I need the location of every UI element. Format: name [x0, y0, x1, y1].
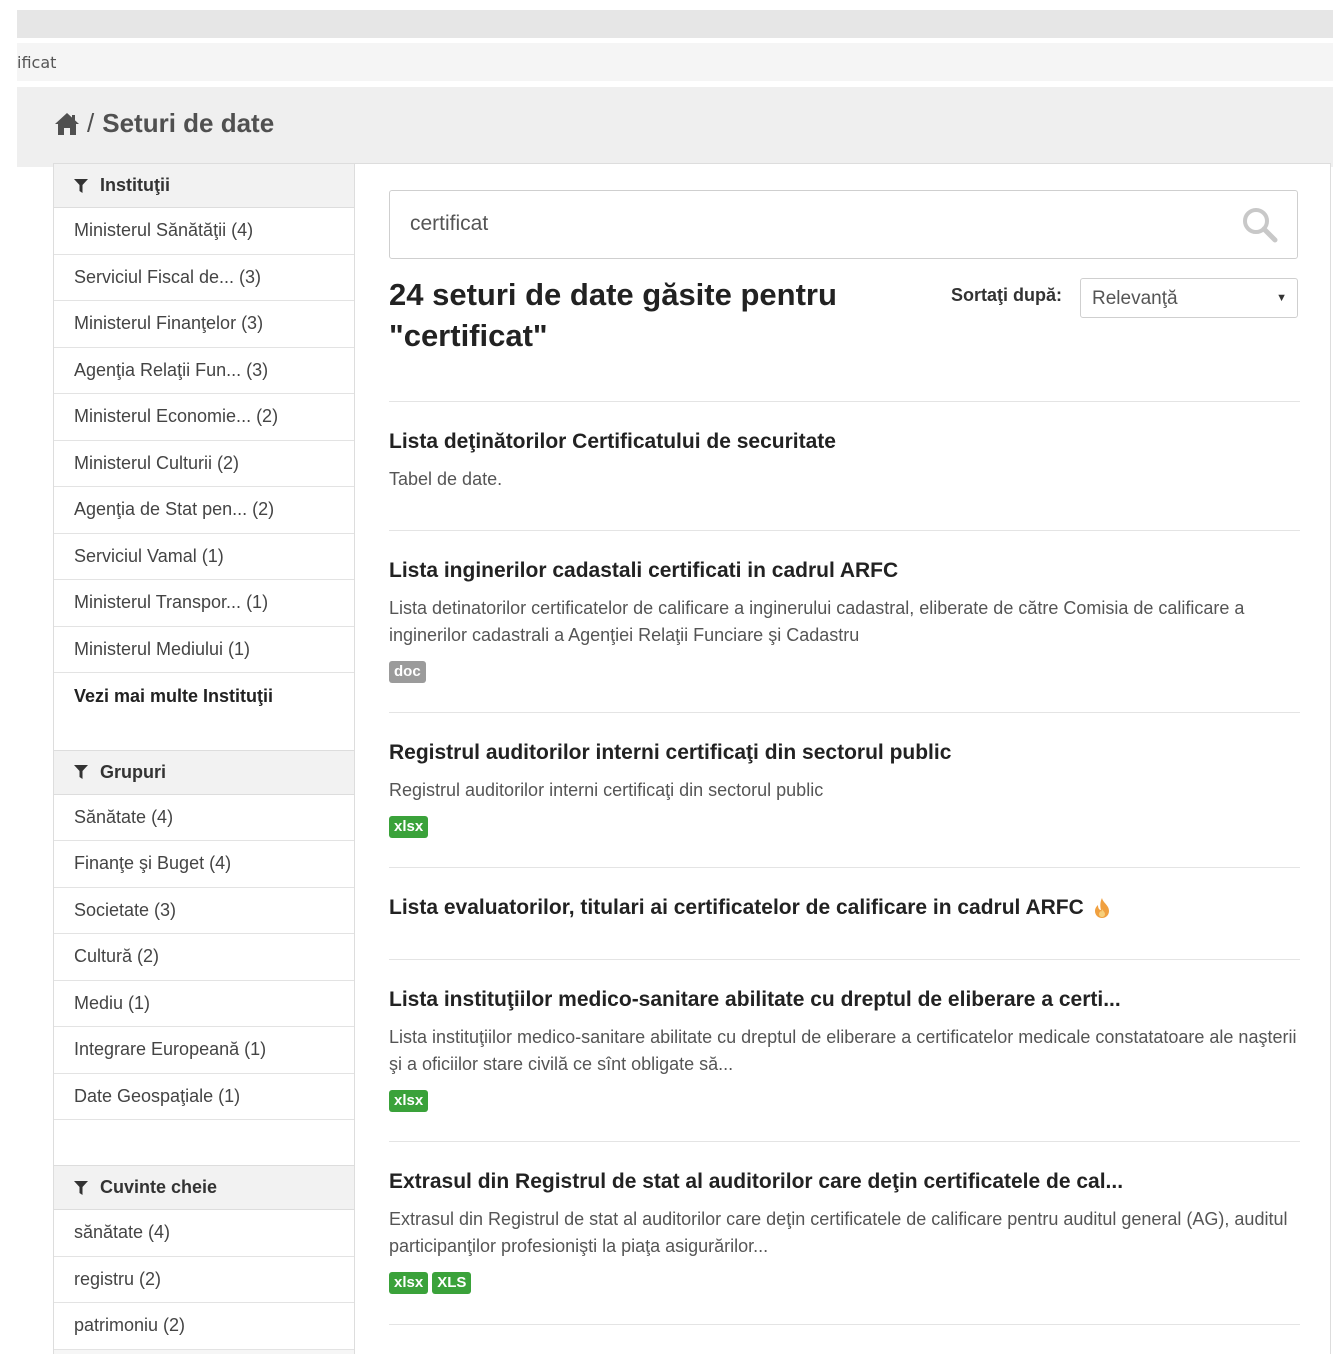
format-badge[interactable]: xlsx: [389, 816, 429, 838]
facet-item-institution[interactable]: Ministerul Sănătăţii (4): [54, 208, 354, 255]
facet-item-group[interactable]: Finanţe şi Buget (4): [54, 841, 354, 888]
result-title-link[interactable]: Lista inginerilor cadastali certificati …: [389, 558, 1300, 584]
facet-item-group[interactable]: Sănătate (4): [54, 794, 354, 841]
sort-label: Sortaţi după:: [951, 285, 1062, 305]
chevron-down-icon: ▼: [1276, 292, 1287, 304]
format-badge[interactable]: xlsx: [389, 1090, 429, 1112]
home-icon[interactable]: [53, 110, 81, 138]
facet-item-institution[interactable]: Ministerul Finanţelor (3): [54, 301, 354, 348]
content-panel: Instituţii Ministerul Sănătăţii (4) Serv…: [53, 163, 1331, 1354]
facet-item-institution[interactable]: Ministerul Transpor... (1): [54, 580, 354, 627]
results-panel: 24 seturi de date găsite pentru "certifi…: [355, 164, 1330, 1354]
format-badge[interactable]: doc: [389, 661, 426, 683]
result-title-link[interactable]: Extrasul din Registrul de stat al audito…: [389, 1169, 1300, 1195]
facet-item-institution[interactable]: Ministerul Culturii (2): [54, 440, 354, 487]
result-item: Extrasul din Registrul de stat al audito…: [389, 1141, 1300, 1324]
result-description: Registrul auditorilor interni certificaţ…: [389, 780, 824, 800]
breadcrumb-separator: /: [87, 108, 95, 138]
format-badge[interactable]: xlsx: [389, 1272, 429, 1294]
facet-spacer: [54, 719, 354, 751]
facet-item-group[interactable]: Date Geospaţiale (1): [54, 1073, 354, 1120]
filter-icon: [74, 765, 88, 779]
facet-item-keyword[interactable]: sănătate (4): [54, 1210, 354, 1257]
facet-heading-institutions: Instituţii: [54, 164, 354, 208]
search-box[interactable]: [389, 190, 1298, 259]
result-description: Extrasul din Registrul de stat al audito…: [389, 1209, 1288, 1256]
facet-item-group[interactable]: Societate (3): [54, 887, 354, 934]
filter-icon: [74, 178, 88, 193]
sort-select-value: Relevanţă: [1092, 288, 1178, 309]
facet-item-institution[interactable]: Ministerul Economie... (2): [54, 394, 354, 441]
result-title-link[interactable]: Lista evaluatorilor, titulari ai certifi…: [389, 895, 1084, 921]
facet-item-institution[interactable]: Ministerul Mediului (1): [54, 626, 354, 673]
filter-icon: [74, 1180, 88, 1195]
results-list: Lista deţinătorilor Certificatului de se…: [389, 401, 1300, 1352]
result-description: Lista detinatorilor certificatelor de ca…: [389, 598, 1245, 645]
result-title-link[interactable]: Lista instituţiilor medico-sanitare abil…: [389, 987, 1300, 1013]
facet-item-group[interactable]: Cultură (2): [54, 934, 354, 981]
browser-tab-strip: [17, 10, 1333, 38]
results-count-heading: 24 seturi de date găsite pentru "certifi…: [389, 277, 837, 353]
search-input[interactable]: [410, 206, 1190, 242]
result-item: Lista evaluatorilor, titulari ai certifi…: [389, 867, 1300, 959]
search-icon[interactable]: [1241, 206, 1279, 244]
format-badge[interactable]: XLS: [432, 1272, 472, 1294]
facet-item-group[interactable]: Integrare Europeană (1): [54, 1027, 354, 1074]
facet-item-institution[interactable]: Agenţia de Stat pen... (2): [54, 487, 354, 534]
facet-item-institution[interactable]: Agenţia Relaţii Fun... (3): [54, 347, 354, 394]
flame-icon: [1094, 898, 1109, 918]
facet-spacer: [54, 1120, 354, 1166]
facet-item-keyword[interactable]: registru (2): [54, 1256, 354, 1303]
result-title-row: Lista evaluatorilor, titulari ai certifi…: [389, 895, 1300, 921]
result-item: Lista deţinătorilor Certificatului de se…: [389, 401, 1300, 530]
address-bar[interactable]: ificat: [17, 43, 1333, 81]
breadcrumb: / Seturi de date: [53, 108, 274, 139]
facet-heading-keywords: Cuvinte cheie: [54, 1166, 354, 1210]
facet-item-keyword[interactable]: patrimoniu (2): [54, 1303, 354, 1350]
page-title: Seturi de date: [102, 108, 275, 138]
address-bar-text[interactable]: ificat: [17, 53, 56, 72]
result-description: Lista instituţiilor medico-sanitare abil…: [389, 1027, 1297, 1074]
facet-heading-groups: Grupuri: [54, 750, 354, 795]
result-divider: [389, 1324, 1300, 1352]
result-item: Lista instituţiilor medico-sanitare abil…: [389, 959, 1300, 1141]
result-title-link[interactable]: Lista deţinătorilor Certificatului de se…: [389, 429, 1300, 455]
result-title-link[interactable]: Registrul auditorilor interni certificaţ…: [389, 740, 1300, 766]
facet-sidebar: Instituţii Ministerul Sănătăţii (4) Serv…: [54, 164, 355, 1354]
facet-item-institution[interactable]: Serviciul Vamal (1): [54, 533, 354, 580]
result-item: Lista inginerilor cadastali certificati …: [389, 530, 1300, 712]
result-item: Registrul auditorilor interni certificaţ…: [389, 712, 1300, 867]
result-description: Tabel de date.: [389, 469, 503, 489]
facet-item-group[interactable]: Mediu (1): [54, 980, 354, 1027]
sort-select[interactable]: Relevanţă ▼: [1080, 278, 1298, 318]
show-more-institutions-link[interactable]: Vezi mai multe Instituţii: [54, 673, 354, 720]
facet-item-institution[interactable]: Serviciul Fiscal de... (3): [54, 254, 354, 301]
